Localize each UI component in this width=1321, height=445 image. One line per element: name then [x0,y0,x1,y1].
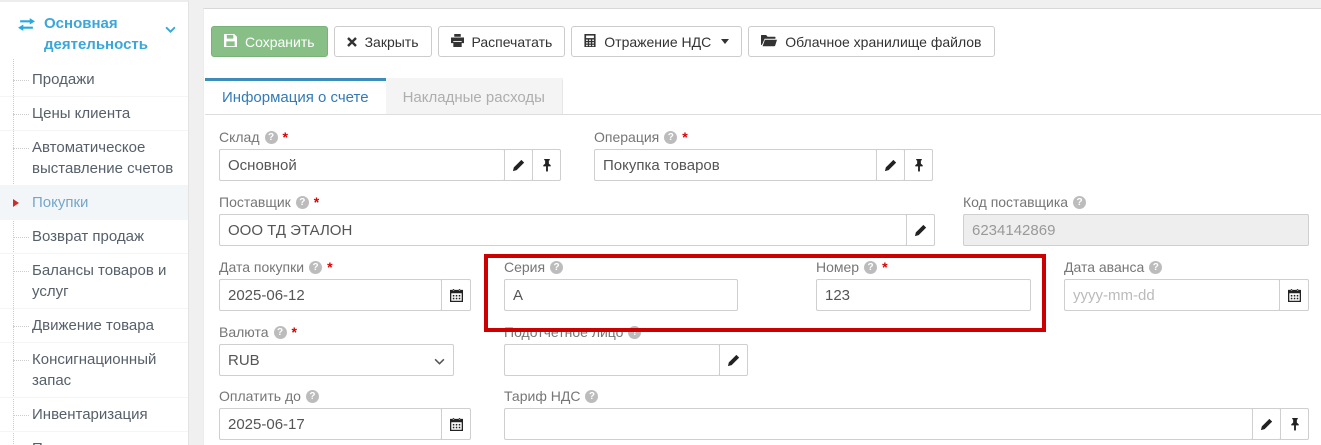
sidebar-item-consignment-stock[interactable]: Консигнационный запас [0,343,188,398]
warehouse-label: Склад * [219,130,561,145]
supplier-input[interactable] [219,214,907,246]
sidebar-menu: Продажи Цены клиента Автоматическое выст… [0,63,188,445]
calendar-button[interactable] [1279,279,1309,311]
pencil-icon [512,159,525,172]
pin-icon [1290,418,1300,431]
help-icon[interactable] [1073,196,1086,209]
operation-field-group: Операция * [594,130,933,181]
number-input[interactable] [816,279,1031,311]
edit-button[interactable] [906,214,935,246]
operation-label: Операция * [594,130,933,145]
pin-icon [542,159,552,172]
pay-until-field-group: Оплатить до [219,389,471,440]
pin-button[interactable] [904,149,933,181]
sidebar-item-revaluation[interactable]: Переоценка [0,432,188,445]
pencil-icon [1260,418,1273,431]
sidebar-group-label: Основная деятельность [44,15,148,53]
operation-input[interactable] [594,149,877,181]
supplier-code-field-group: Код поставщика [963,195,1309,246]
pin-button[interactable] [1280,408,1309,440]
sidebar-item-goods-movement[interactable]: Движение товара [0,309,188,343]
sidebar: Основная деятельность Продажи Цены клиен… [0,0,189,445]
advance-date-input[interactable] [1064,279,1280,311]
required-mark: * [292,325,297,340]
purchase-date-label: Дата покупки * [219,260,471,275]
caret-right-icon [13,199,19,207]
supplier-label: Поставщик * [219,195,935,210]
sidebar-group-main-activity[interactable]: Основная деятельность [0,2,188,63]
purchase-date-field-group: Дата покупки * [219,260,471,311]
number-field-group: Номер * [816,260,1031,311]
calendar-button[interactable] [441,408,471,440]
help-icon[interactable] [265,131,278,144]
sidebar-item-sales[interactable]: Продажи [0,63,188,97]
sidebar-item-inventory[interactable]: Инвентаризация [0,398,188,432]
series-label: Серия [504,260,738,275]
accountable-person-input[interactable] [504,344,720,376]
edit-button[interactable] [719,344,748,376]
pencil-icon [884,159,897,172]
sidebar-item-auto-invoicing[interactable]: Автоматическое выставление счетов [0,131,188,186]
sidebar-item-label: Покупки [32,194,88,211]
calendar-icon [450,289,463,302]
edit-button[interactable] [876,149,905,181]
warehouse-input[interactable] [219,149,505,181]
edit-button[interactable] [504,149,533,181]
exchange-icon [18,16,35,37]
sidebar-item-goods-balances[interactable]: Балансы товаров и услуг [0,254,188,309]
pay-until-input[interactable] [219,408,442,440]
calendar-icon [450,418,463,431]
pin-button[interactable] [532,149,561,181]
sidebar-item-client-prices[interactable]: Цены клиента [0,97,188,131]
help-icon[interactable] [296,196,309,209]
help-icon[interactable] [1149,261,1162,274]
help-icon[interactable] [550,261,563,274]
supplier-code-input [963,214,1309,246]
currency-field-group: Валюта * RUB [219,325,454,376]
warehouse-field-group: Склад * [219,130,561,181]
chevron-down-icon [434,352,445,369]
vat-rate-label: Тариф НДС [504,389,1309,404]
sidebar-item-sales-returns[interactable]: Возврат продаж [0,220,188,254]
currency-label: Валюта * [219,325,454,340]
help-icon[interactable] [864,261,877,274]
currency-value: RUB [228,352,260,369]
chevron-down-icon [165,18,176,39]
required-mark: * [283,130,288,145]
accountable-person-field-group: Подотчетное лицо [504,325,748,376]
help-icon[interactable] [306,390,319,403]
calendar-button[interactable] [441,279,471,311]
required-mark: * [327,260,332,275]
vat-rate-input[interactable] [504,408,1253,440]
help-icon[interactable] [585,390,598,403]
app-window: Основная деятельность Продажи Цены клиен… [0,0,1321,445]
required-mark: * [314,195,319,210]
supplier-field-group: Поставщик * [219,195,935,246]
pencil-icon [914,224,927,237]
help-icon[interactable] [664,131,677,144]
series-field-group: Серия [504,260,738,311]
invoice-form: Склад * Операция * [204,9,1321,445]
series-input[interactable] [504,279,738,311]
vat-rate-field-group: Тариф НДС [504,389,1309,440]
edit-button[interactable] [1252,408,1281,440]
accountable-person-label: Подотчетное лицо [504,325,748,340]
pencil-icon [727,354,740,367]
main-panel: Сохранить Закрыть Распечатать Отражение … [203,8,1321,445]
purchase-date-input[interactable] [219,279,442,311]
currency-select[interactable]: RUB [219,344,454,376]
pin-icon [914,159,924,172]
advance-date-field-group: Дата аванса [1064,260,1309,311]
pay-until-label: Оплатить до [219,389,471,404]
required-mark: * [882,260,887,275]
help-icon[interactable] [274,326,287,339]
calendar-icon [1288,289,1301,302]
supplier-code-label: Код поставщика [963,195,1309,210]
advance-date-label: Дата аванса [1064,260,1309,275]
number-label: Номер * [816,260,1031,275]
sidebar-item-purchases[interactable]: Покупки [0,186,188,220]
required-mark: * [682,130,687,145]
help-icon[interactable] [628,326,641,339]
help-icon[interactable] [309,261,322,274]
